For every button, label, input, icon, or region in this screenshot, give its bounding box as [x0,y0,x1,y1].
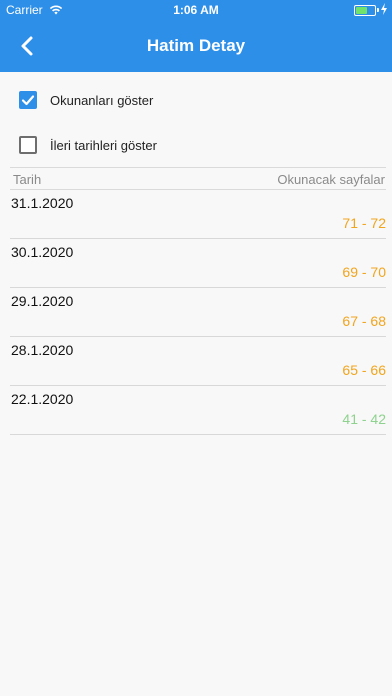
charging-bolt-icon [381,3,387,15]
row-date: 30.1.2020 [11,244,74,260]
show-read-option[interactable]: Okunanları göster [19,89,153,111]
checkmark-icon [21,95,35,106]
table-row[interactable]: 28.1.2020 65 - 66 [10,337,386,386]
table-header: Tarih Okunacak sayfalar [10,170,386,190]
battery-icon [354,5,376,16]
row-date: 31.1.2020 [11,195,74,211]
divider [10,167,386,168]
table-row[interactable]: 30.1.2020 69 - 70 [10,239,386,288]
row-date: 28.1.2020 [11,342,74,358]
table-row[interactable]: 22.1.2020 41 - 42 [10,386,386,435]
nav-bar: Hatim Detay [0,20,392,72]
battery-tip [377,8,379,12]
row-date: 22.1.2020 [11,391,74,407]
show-future-label: İleri tarihleri göster [50,137,157,153]
status-bar: Carrier 1:06 AM [0,0,392,20]
table-row[interactable]: 31.1.2020 71 - 72 [10,190,386,239]
show-future-option[interactable]: İleri tarihleri göster [19,134,157,156]
row-pages: 71 - 72 [342,215,386,231]
status-time: 1:06 AM [173,3,219,17]
table-row[interactable]: 29.1.2020 67 - 68 [10,288,386,337]
show-future-checkbox[interactable] [19,136,37,154]
column-header-date: Tarih [13,172,42,187]
reading-list: 31.1.2020 71 - 72 30.1.2020 69 - 70 29.1… [10,190,386,435]
row-pages: 41 - 42 [342,411,386,427]
show-read-checkbox[interactable] [19,91,37,109]
show-read-label: Okunanları göster [50,92,154,108]
row-pages: 69 - 70 [342,264,386,280]
row-date: 29.1.2020 [11,293,74,309]
page-title: Hatim Detay [146,36,246,55]
row-pages: 67 - 68 [342,313,386,329]
row-pages: 65 - 66 [342,362,386,378]
column-header-pages: Okunacak sayfalar [277,172,385,187]
